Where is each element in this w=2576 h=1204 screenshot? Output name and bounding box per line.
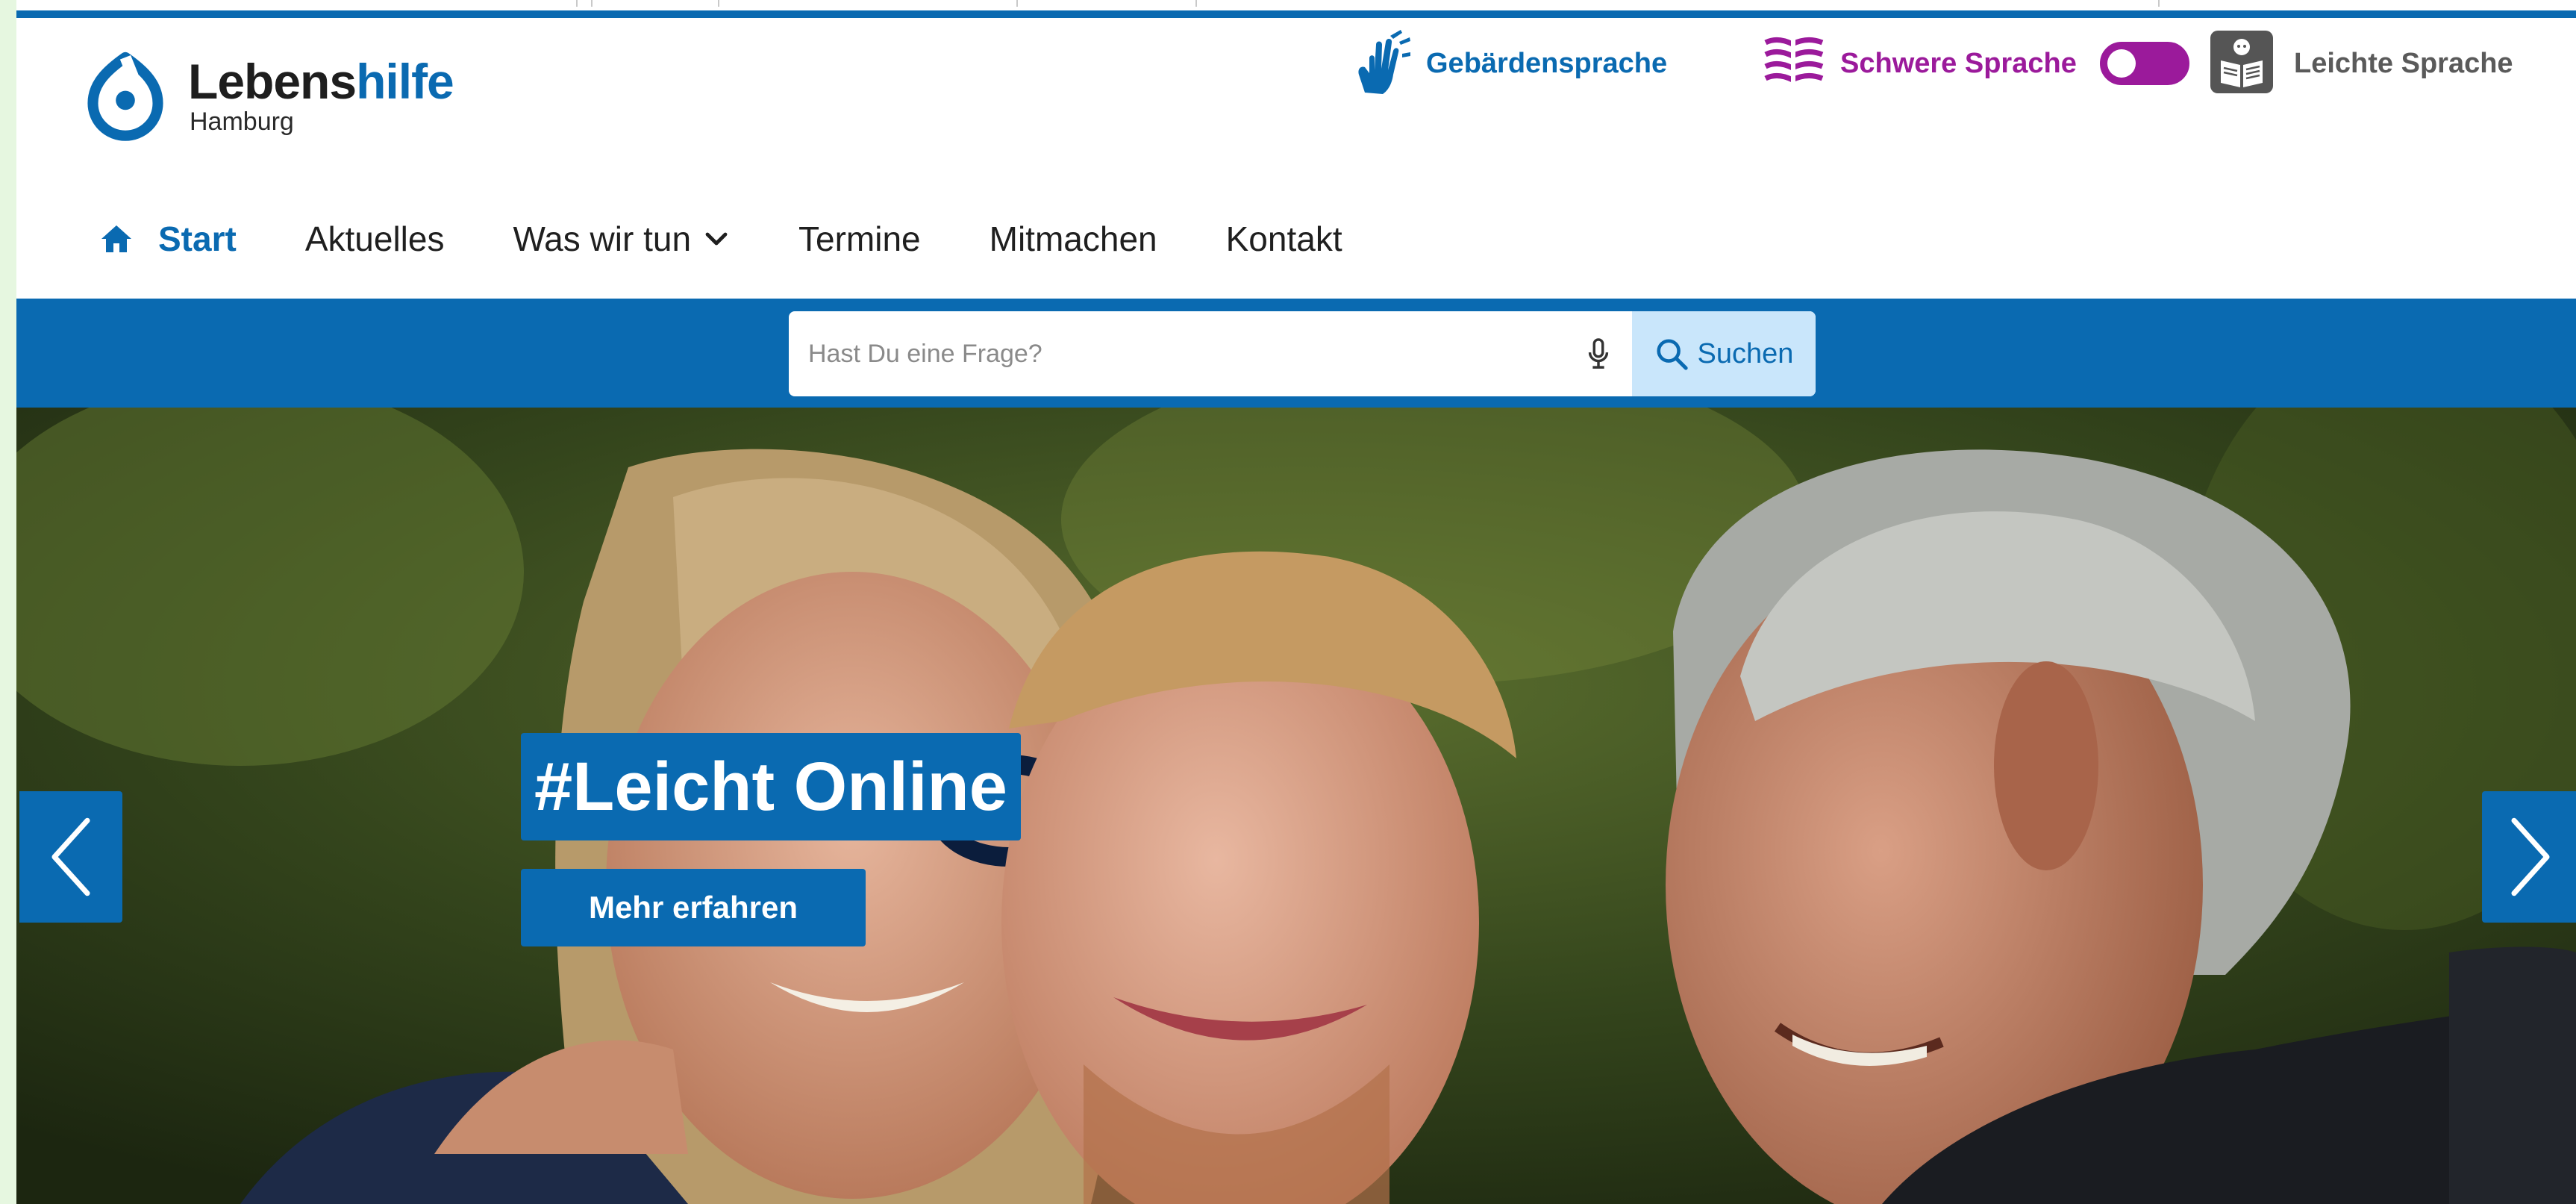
nav-item-termine[interactable]: Termine [798, 219, 921, 259]
search-input[interactable] [789, 311, 1565, 396]
logo-text: Lebenshilfe Hamburg [188, 57, 454, 134]
toggle-knob [2107, 49, 2136, 78]
nav-item-was-wir-tun[interactable]: Was wir tun [513, 219, 730, 259]
search-box: Suchen [789, 311, 1816, 396]
schwere-sprache-label: Schwere Sprache [1840, 47, 2077, 79]
magnifier-icon [1656, 339, 1688, 370]
sign-language-hands-icon [1356, 28, 1411, 99]
slider-prev-button[interactable] [19, 791, 122, 923]
hero-title: #Leicht Online [521, 733, 1021, 840]
nav-item-kontakt[interactable]: Kontakt [1226, 219, 1342, 259]
microphone-icon [1588, 338, 1609, 369]
nav-item-start-label: Start [158, 219, 237, 258]
chevron-right-icon [2511, 817, 2550, 896]
chevron-left-icon [51, 817, 90, 896]
voice-search-button[interactable] [1565, 311, 1632, 396]
main-navigation: Start Aktuelles Was wir tun Termine Mitm… [99, 209, 1411, 269]
nav-item-mitmachen[interactable]: Mitmachen [990, 219, 1157, 259]
page-frame: Lebenshilfe Hamburg Gebärdensprache Schw… [16, 0, 2576, 1204]
gebaerdensprache-link[interactable]: Gebärdensprache [1356, 28, 1668, 99]
nav-item-aktuelles-label: Aktuelles [304, 219, 445, 258]
search-band: Suchen [16, 299, 2576, 408]
schwere-sprache-book-icon [1763, 35, 1825, 93]
chevron-down-icon [705, 232, 728, 246]
hero-photo [16, 408, 2576, 1204]
mehr-erfahren-button[interactable]: Mehr erfahren [521, 869, 866, 946]
language-toggle-switch[interactable] [2100, 42, 2189, 85]
leichte-sprache-label: Leichte Sprache [2294, 47, 2513, 79]
slider-next-button[interactable] [2482, 791, 2576, 923]
nav-item-aktuelles[interactable]: Aktuelles [305, 219, 445, 259]
leichte-sprache-link[interactable]: Leichte Sprache [2210, 30, 2513, 97]
nav-item-mitmachen-label: Mitmachen [989, 219, 1157, 258]
home-icon [101, 225, 131, 252]
lebenshilfe-logo-mark [78, 48, 173, 143]
nav-item-was-wir-tun-label: Was wir tun [513, 219, 692, 258]
logo-wordmark: Lebenshilfe [188, 57, 454, 106]
search-button-label: Suchen [1697, 337, 1794, 369]
logo-name-part1: Lebens [188, 54, 357, 109]
logo-city: Hamburg [190, 107, 294, 136]
site-logo-link[interactable]: Lebenshilfe Hamburg [78, 48, 454, 143]
hero-slider: #Leicht Online Mehr erfahren [16, 408, 2576, 1204]
search-button[interactable]: Suchen [1632, 311, 1816, 396]
nav-item-termine-label: Termine [798, 219, 921, 258]
top-accent-bar [16, 10, 2576, 18]
logo-name-part2: hilfe [356, 54, 454, 109]
nav-item-start[interactable]: Start [99, 219, 237, 259]
gebaerdensprache-label: Gebärdensprache [1426, 47, 1668, 79]
schwere-sprache-link[interactable]: Schwere Sprache [1763, 30, 2077, 97]
nav-item-kontakt-label: Kontakt [1225, 219, 1342, 258]
leichte-sprache-reader-icon [2210, 30, 2273, 97]
